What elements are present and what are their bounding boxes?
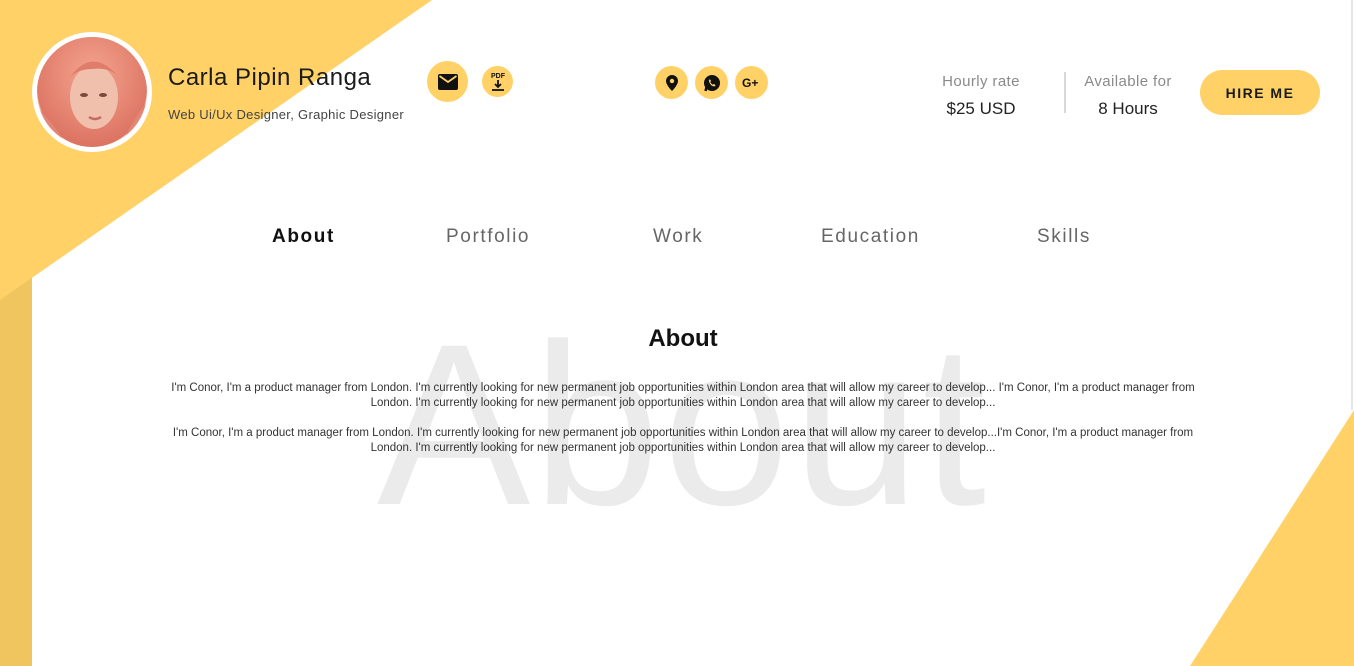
- mail-icon: [437, 73, 458, 90]
- pdf-download-icon: PDF: [491, 73, 506, 91]
- hourly-rate-label: Hourly rate: [942, 73, 1020, 90]
- avatar-portrait: [37, 37, 147, 147]
- svg-text:G+: G+: [742, 76, 758, 90]
- about-paragraph-1: I'm Conor, I'm a product manager from Lo…: [171, 382, 1195, 409]
- whatsapp-icon: [703, 74, 720, 91]
- google-plus-button[interactable]: G+: [735, 66, 768, 99]
- tab-skills[interactable]: Skills: [1037, 226, 1091, 248]
- tab-education[interactable]: Education: [821, 226, 920, 248]
- availability-label: Available for: [1084, 73, 1172, 90]
- profile-role: Web Ui/Ux Designer, Graphic Designer: [168, 107, 404, 122]
- avatar: [32, 32, 152, 152]
- mail-button[interactable]: [427, 61, 468, 102]
- whatsapp-button[interactable]: [695, 66, 728, 99]
- pdf-label: PDF: [491, 73, 506, 80]
- availability-value: 8 Hours: [1098, 99, 1158, 118]
- hourly-rate-stat: Hourly rate $25 USD: [916, 73, 1046, 119]
- availability-stat: Available for 8 Hours: [1063, 73, 1193, 119]
- location-pin-icon: [665, 74, 678, 91]
- pdf-download-button[interactable]: PDF: [482, 66, 513, 97]
- bottom-right-triangle: [1190, 410, 1354, 666]
- tab-work[interactable]: Work: [653, 226, 703, 248]
- google-plus-icon: G+: [742, 76, 758, 90]
- hire-me-button[interactable]: HIRE ME: [1200, 70, 1320, 115]
- left-strip: [0, 240, 32, 666]
- profile-name: Carla Pipin Ranga: [168, 64, 372, 91]
- section-title: About: [648, 325, 718, 352]
- location-button[interactable]: [655, 66, 688, 99]
- hourly-rate-value: $25 USD: [946, 99, 1016, 118]
- about-paragraph-2: I'm Conor, I'm a product manager from Lo…: [172, 427, 1194, 454]
- tab-portfolio[interactable]: Portfolio: [446, 226, 530, 248]
- tab-about[interactable]: About: [272, 226, 335, 248]
